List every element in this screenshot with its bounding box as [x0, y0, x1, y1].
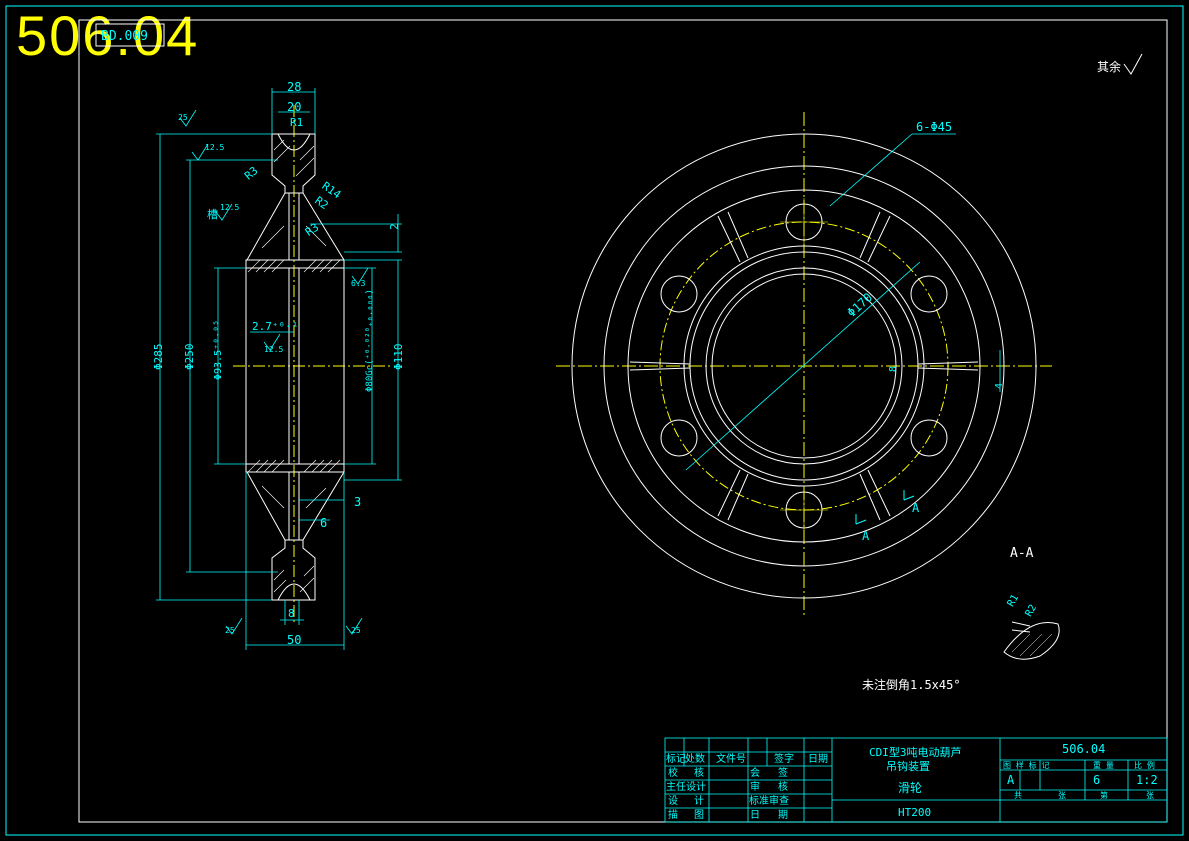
dim-8: 8	[288, 607, 295, 620]
scale-value: 1:2	[1136, 773, 1158, 787]
row2-d: 核	[778, 780, 788, 793]
hole-bottom-left	[660, 419, 698, 457]
row3-b: 计	[694, 794, 704, 807]
section-dim-r1: R1	[1006, 593, 1022, 609]
ra-25-b: 25	[225, 626, 235, 635]
section-a-a-profile	[1003, 622, 1060, 660]
section-a-a: A-A R1 R2	[1003, 546, 1060, 660]
section-mark-a1: A	[862, 529, 870, 543]
cad-drawing-canvas: BD.009 其余 28 20 R1 R3 R14 R2 R3 Φ285 Φ25…	[5, 5, 1184, 836]
material: HT200	[898, 806, 931, 819]
section-dim-r2: R2	[1024, 603, 1040, 619]
row4-b: 图	[694, 809, 704, 821]
hdr-scale: 比 例	[1134, 760, 1155, 770]
dim-d250: Φ250	[183, 344, 196, 371]
dim-8-front: 8	[888, 366, 899, 372]
dim-d110: Φ110	[392, 344, 405, 371]
rev-col-file: 文件号	[716, 752, 746, 765]
row3-c: 标准审查	[749, 794, 789, 807]
ra-25: 25	[178, 113, 188, 122]
row4-c: 日	[750, 810, 760, 821]
dim-r1: R1	[290, 116, 303, 129]
dim-3: 3	[354, 495, 361, 509]
dim-50: 50	[287, 633, 301, 647]
ra-12-5-c: 12.5	[264, 345, 283, 354]
front-view: 6-Φ45 Φ170 8 4 A A	[556, 112, 1052, 616]
rev-col-count: 处数	[685, 752, 705, 765]
sheet-zhang2-label: 张	[1146, 791, 1154, 800]
rev-col-date: 日期	[808, 753, 828, 765]
hdr-stage: 图 样 标 记	[1003, 760, 1049, 770]
sheet-zhang-label: 张	[1058, 791, 1066, 800]
title-line-2: 吊钩装置	[886, 759, 930, 773]
dim-r3b: R3	[303, 221, 321, 239]
sheet-total-label: 共	[1014, 791, 1022, 800]
drawing-code: 506.04	[1062, 742, 1105, 756]
row2-c: 审	[750, 780, 760, 793]
dim-4-front: 4	[994, 383, 1005, 389]
roughness-symbol-icon	[1123, 53, 1143, 75]
row1-b: 核	[694, 766, 704, 779]
roughness-other-label: 其余	[1097, 59, 1121, 74]
row4-d: 期	[778, 809, 788, 821]
row1-a: 校	[668, 766, 678, 779]
ra-25-c: 25	[351, 626, 361, 635]
ra-12-5-a: 12.5	[205, 143, 224, 152]
stage-value: A	[1007, 773, 1015, 787]
row4-a: 描	[668, 808, 678, 821]
dim-d80: Φ80Gc(⁺⁰·⁰²⁰₊₀.₀₀₀)	[365, 289, 375, 392]
section-a-a-label: A-A	[1010, 546, 1034, 561]
holes-callout: 6-Φ45	[916, 120, 952, 134]
dim-d285: Φ285	[152, 344, 165, 371]
old-number-text: BD.009	[101, 29, 148, 44]
dim-r2: R2	[312, 194, 330, 212]
lower-web	[246, 471, 345, 541]
sheet-di-label: 第	[1100, 790, 1108, 800]
general-note: 未注倒角1.5x45°	[862, 677, 961, 692]
section-mark-a2: A	[912, 501, 920, 515]
row2-a: 主任设计	[666, 780, 706, 793]
dim-2-7: 2.7⁺⁰·¹	[252, 320, 298, 333]
dim-2: 2	[388, 223, 401, 230]
dim-20: 20	[287, 100, 301, 114]
side-view: 28 20 R1 R3 R14 R2 R3 Φ285 Φ250 Φ93.5⁺⁰·…	[152, 80, 405, 650]
row1-d: 签	[778, 766, 788, 779]
inner-frame	[78, 19, 1168, 823]
row1-c: 会	[750, 766, 760, 779]
title-line-1: CDI型3吨电动葫芦	[869, 745, 962, 759]
row3-a: 设	[668, 795, 678, 807]
ra-6-3: 6.3	[351, 279, 366, 288]
ra-12-5-b: 12.5	[220, 203, 239, 212]
hdr-weight: 重 量	[1093, 760, 1114, 770]
weight-value: 6	[1093, 773, 1100, 787]
outer-frame	[5, 5, 1184, 836]
dim-d93: Φ93.5⁺⁰·⁰⁵	[213, 320, 224, 380]
dim-r3: R3	[242, 164, 261, 182]
part-name: 滑轮	[898, 781, 922, 795]
title-block-text: 标记 处数 文件号 签字 日期 校 核 会 签 主任设计 审 核 设 计 标准审…	[666, 742, 1158, 821]
rev-col-mark: 标记	[666, 753, 686, 765]
rev-col-sign: 签字	[774, 752, 794, 765]
dim-6: 6	[320, 516, 327, 530]
groove-label: 槽	[207, 208, 218, 221]
dim-28: 28	[287, 80, 301, 94]
